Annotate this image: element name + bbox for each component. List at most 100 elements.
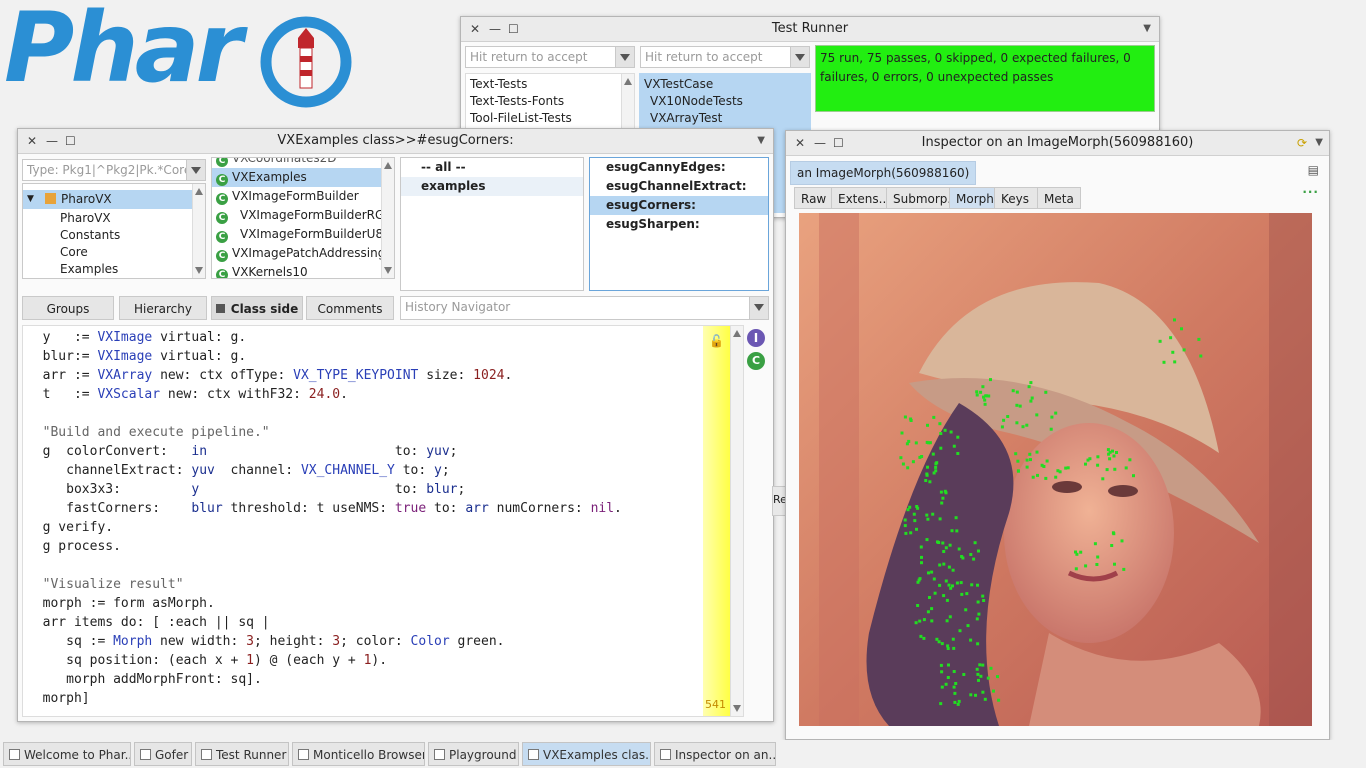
class-list[interactable]: C VXCoordinates2D C VXExamples C VXImageFor… bbox=[211, 157, 395, 279]
tab-submorphs[interactable]: Submorp... bbox=[886, 187, 959, 209]
list-item[interactable]: C VXKernels10 bbox=[212, 263, 394, 278]
window-menu-icon[interactable]: ▼ bbox=[1315, 137, 1323, 148]
taskbar-item-welcome[interactable]: Welcome to Phar... bbox=[3, 742, 131, 766]
tab-extensions[interactable]: Extens... bbox=[831, 187, 890, 209]
taskbar-item-playground[interactable]: Playground bbox=[428, 742, 519, 766]
method-list[interactable]: esugCannyEdges: esugChannelExtract: esug… bbox=[589, 157, 769, 291]
test-runner-titlebar[interactable]: ✕ — ☐ Test Runner ▼ bbox=[461, 17, 1159, 42]
ellipsis-icon[interactable]: ··· bbox=[1302, 185, 1319, 199]
refresh-icon[interactable]: ⟳ bbox=[1297, 136, 1307, 150]
code-line[interactable]: morph] bbox=[27, 689, 90, 708]
code-line[interactable]: blur:= VXImage virtual: g. bbox=[27, 347, 247, 366]
list-item[interactable]: esugCannyEdges: bbox=[590, 158, 768, 177]
code-line[interactable]: morph addMorphFront: sq]. bbox=[27, 670, 262, 689]
code-line[interactable]: arr items do: [ :each || sq | bbox=[27, 613, 270, 632]
code-line[interactable]: channelExtract: yuv channel: VX_CHANNEL_… bbox=[27, 461, 450, 480]
dropdown-arrow-icon[interactable] bbox=[186, 160, 205, 180]
list-item[interactable]: C VXImageFormBuilderU8 bbox=[212, 225, 394, 244]
code-line[interactable]: morph := form asMorph. bbox=[27, 594, 215, 613]
tree-expanded-icon[interactable]: ▼ bbox=[27, 190, 34, 209]
taskbar-item-vxexamples[interactable]: VXExamples clas... bbox=[522, 742, 651, 766]
package-item[interactable]: ▼ PharoVX bbox=[23, 190, 205, 209]
tab-meta[interactable]: Meta bbox=[1037, 187, 1081, 209]
package-filter-input[interactable]: Type: Pkg1|^Pkg2|Pk.*Core$ bbox=[22, 159, 206, 181]
corner-marker bbox=[986, 676, 990, 680]
code-line[interactable]: box3x3: y to: blur; bbox=[27, 480, 465, 499]
tab-raw[interactable]: Raw bbox=[794, 187, 832, 209]
list-item[interactable]: examples bbox=[401, 177, 583, 196]
corner-marker bbox=[940, 685, 944, 689]
package-filter-input[interactable]: Hit return to accept bbox=[465, 46, 635, 68]
class-icon[interactable]: C bbox=[747, 352, 765, 370]
list-item[interactable]: C VXCoordinates2D bbox=[212, 158, 394, 168]
list-item[interactable]: esugChannelExtract: bbox=[590, 177, 768, 196]
code-line[interactable]: arr := VXArray new: ctx ofType: VX_TYPE_… bbox=[27, 366, 513, 385]
list-item[interactable]: C VXImagePatchAddressing bbox=[212, 244, 394, 263]
code-line[interactable]: t := VXScalar new: ctx withF32: 24.0. bbox=[27, 385, 348, 404]
corner-marker bbox=[959, 581, 963, 585]
scroll-up-icon[interactable] bbox=[733, 330, 741, 337]
taskbar-item-gofer[interactable]: Gofer bbox=[134, 742, 192, 766]
list-item[interactable]: VXArrayTest bbox=[640, 109, 810, 128]
code-line[interactable]: g colorConvert: in to: yuv; bbox=[27, 442, 458, 461]
corner-marker bbox=[1030, 396, 1034, 400]
code-line[interactable]: g process. bbox=[27, 537, 121, 556]
corner-marker bbox=[903, 518, 907, 522]
code-line[interactable]: "Build and execute pipeline." bbox=[27, 423, 270, 442]
taskbar-item-inspector[interactable]: Inspector on an... bbox=[654, 742, 776, 766]
code-line[interactable]: fastCorners: blur threshold: t useNMS: t… bbox=[27, 499, 622, 518]
class-side-toggle[interactable]: Class side bbox=[211, 296, 303, 320]
tab-keys[interactable]: Keys bbox=[994, 187, 1038, 209]
code-line[interactable]: sq := Morph new width: 3; height: 3; col… bbox=[27, 632, 504, 651]
browser-titlebar[interactable]: ✕ — ☐ VXExamples class>>#esugCorners: ▼ bbox=[18, 129, 773, 154]
code-line[interactable]: sq position: (each x + 1) @ (each y + 1)… bbox=[27, 651, 387, 670]
scroll-down-icon[interactable] bbox=[384, 267, 392, 274]
list-item[interactable]: Tool-FileList-Tests bbox=[466, 109, 634, 128]
code-line[interactable]: "Visualize result" bbox=[27, 575, 184, 594]
code-line[interactable]: y := VXImage virtual: g. bbox=[27, 328, 247, 347]
scrollbar[interactable] bbox=[730, 326, 743, 716]
scroll-down-icon[interactable] bbox=[195, 267, 203, 274]
corner-marker bbox=[957, 699, 961, 703]
taskbar-item-test-runner[interactable]: Test Runner bbox=[195, 742, 289, 766]
package-tree[interactable]: ▼ PharoVX PharoVX Constants Core Example… bbox=[22, 183, 206, 279]
scroll-up-icon[interactable] bbox=[384, 162, 392, 169]
list-item[interactable]: esugSharpen: bbox=[590, 215, 768, 234]
hierarchy-button[interactable]: Hierarchy bbox=[119, 296, 207, 320]
scrollbar[interactable] bbox=[381, 158, 394, 278]
document-icon[interactable]: ▤ bbox=[1308, 163, 1319, 177]
window-menu-icon[interactable]: ▼ bbox=[757, 135, 765, 146]
window-menu-icon[interactable]: ▼ bbox=[1143, 23, 1151, 34]
history-navigator-input[interactable]: History Navigator bbox=[400, 296, 769, 320]
comments-button[interactable]: Comments bbox=[306, 296, 394, 320]
corner-marker bbox=[911, 460, 915, 464]
inspector-titlebar[interactable]: ✕ — ☐ Inspector on an ImageMorph(5609881… bbox=[786, 131, 1329, 156]
dropdown-arrow-icon[interactable] bbox=[790, 47, 809, 67]
list-item[interactable]: -- all -- bbox=[401, 158, 583, 177]
dropdown-arrow-icon[interactable] bbox=[615, 47, 634, 67]
lock-icon[interactable]: 🔓 bbox=[709, 334, 724, 348]
list-item[interactable]: esugCorners: bbox=[590, 196, 768, 215]
corner-marker bbox=[954, 516, 958, 520]
protocol-list[interactable]: -- all -- examples bbox=[400, 157, 584, 291]
tab-morph[interactable]: Morph bbox=[949, 187, 995, 209]
info-icon[interactable]: I bbox=[747, 329, 765, 347]
code-editor[interactable]: y := VXImage virtual: g. blur:= VXImage … bbox=[22, 325, 744, 717]
code-line[interactable]: g verify. bbox=[27, 518, 113, 537]
package-item[interactable]: Examples bbox=[23, 260, 205, 278]
list-item[interactable]: C VXImageFormBuilder bbox=[212, 187, 394, 206]
corner-marker bbox=[900, 431, 904, 435]
class-filter-input[interactable]: Hit return to accept bbox=[640, 46, 810, 68]
corner-marker bbox=[940, 642, 944, 646]
scroll-down-icon[interactable] bbox=[733, 705, 741, 712]
scroll-up-icon[interactable] bbox=[624, 78, 632, 85]
list-item[interactable]: C VXExamples bbox=[212, 168, 394, 187]
checkbox-icon[interactable] bbox=[215, 304, 225, 313]
dropdown-arrow-icon[interactable] bbox=[749, 297, 768, 319]
object-tab[interactable]: an ImageMorph(560988160) bbox=[790, 161, 977, 185]
groups-button[interactable]: Groups bbox=[22, 296, 114, 320]
scroll-up-icon[interactable] bbox=[195, 188, 203, 195]
list-item[interactable]: C VXImageFormBuilderRGB bbox=[212, 206, 394, 225]
taskbar-item-monticello[interactable]: Monticello Browser bbox=[292, 742, 425, 766]
scrollbar[interactable] bbox=[192, 184, 205, 278]
